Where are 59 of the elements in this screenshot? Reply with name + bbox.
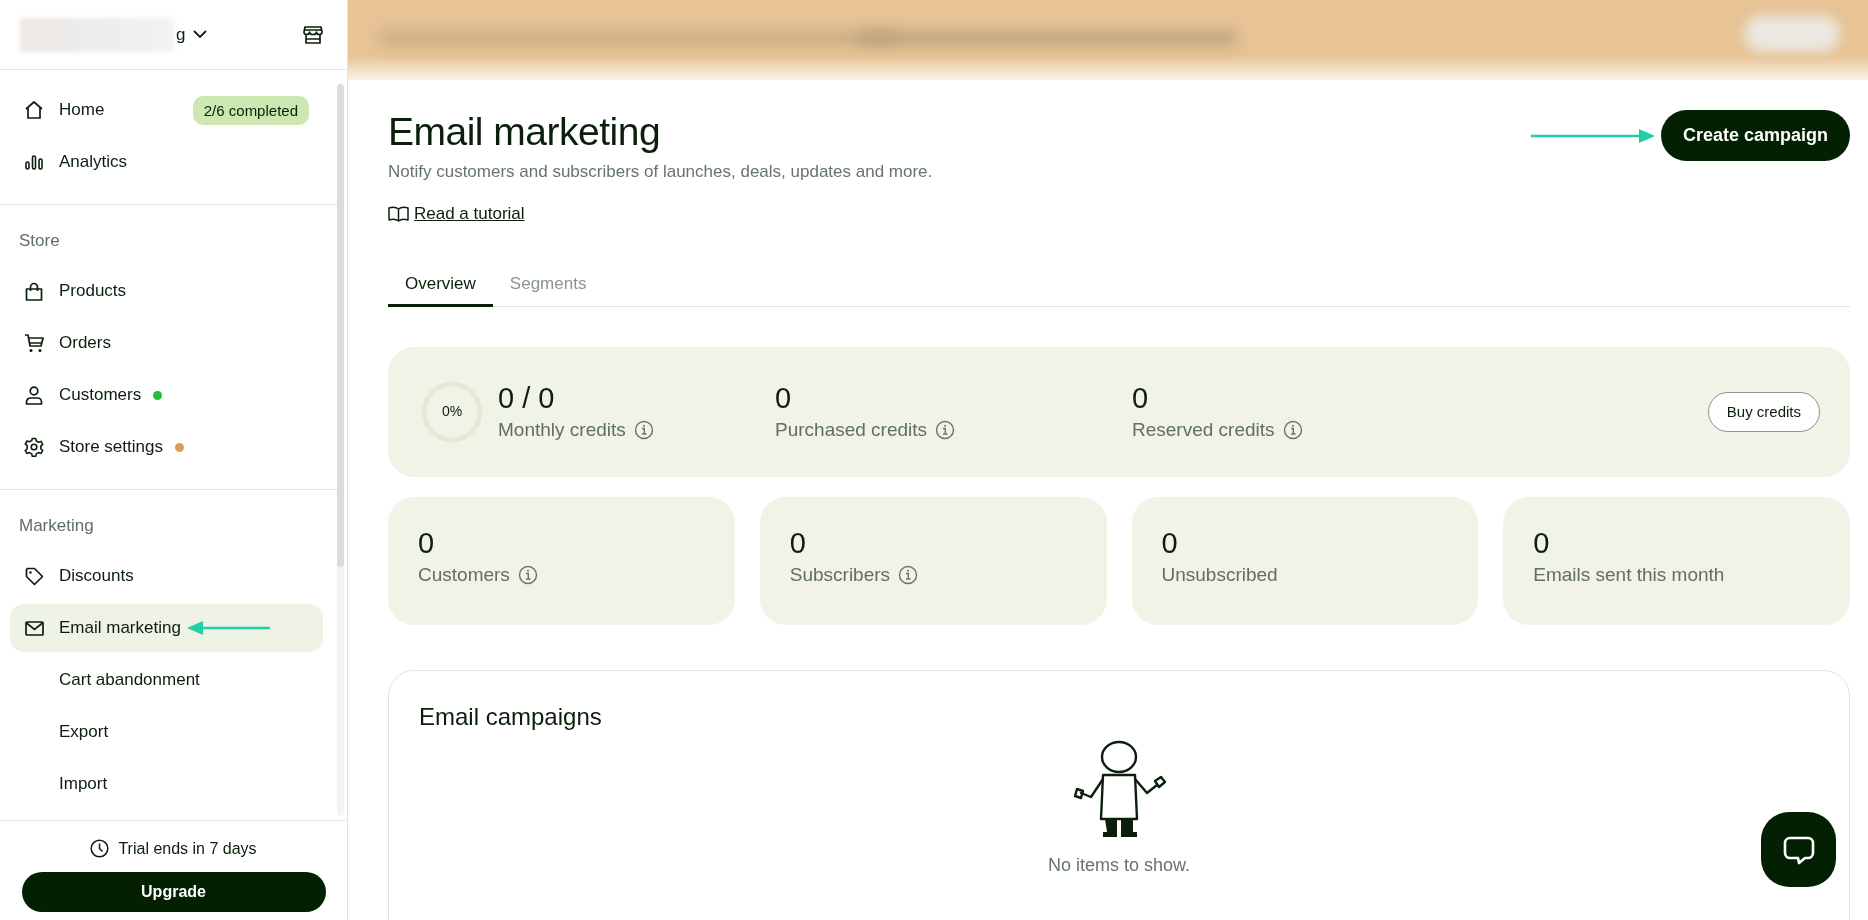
stat-label: Customers [418,563,510,586]
section-heading: Store [18,230,61,252]
stat-value: 0 [1132,382,1150,415]
stat-value: 0 [1533,526,1551,560]
person-icon [25,385,43,405]
percent-label: 0% [440,402,464,419]
upgrade-button[interactable]: Upgrade [21,872,326,912]
nav-item[interactable]: Import [10,760,323,808]
nav-item[interactable]: Home 2/6 completed [10,86,323,134]
buy-credits-button[interactable]: Buy credits [1707,391,1820,432]
nav-item[interactable]: Orders [10,319,323,367]
storefront-icon[interactable] [303,24,323,45]
info-icon[interactable] [1282,420,1303,440]
stat-value: 0 [775,382,793,415]
tab[interactable]: Overview [388,274,493,307]
nav-item[interactable]: Customers [10,371,323,419]
page-subtitle: Notify customers and subscribers of launches, deals, updates and more. [388,162,933,182]
info-icon[interactable] [517,564,538,585]
stat-label: Subscribers [789,563,891,586]
info-icon[interactable] [898,564,919,585]
nav-item[interactable]: Store settings [10,423,323,471]
section-heading: Marketing [18,515,95,537]
shopping-bag-icon [25,281,43,301]
stat-value: 0 [1161,526,1179,560]
nav-item[interactable]: Cart abandonment [10,656,323,704]
home-icon [24,100,44,120]
info-icon[interactable] [633,420,654,440]
stat-label: Monthly credits [498,419,626,441]
settings-icon [24,437,44,457]
info-icon[interactable] [935,420,956,440]
book-icon [388,206,409,222]
store-name[interactable]: g [176,24,186,45]
envelope-icon [24,620,44,636]
nav-item[interactable]: Products [10,267,323,315]
bar-chart-icon [25,154,43,170]
nav-item[interactable]: Email marketing [10,604,323,652]
chevron-down-icon[interactable] [193,30,208,39]
tag-icon [24,566,44,586]
scrollbar[interactable] [337,84,344,816]
nav-item[interactable]: Discounts [10,552,323,600]
clock-icon [90,839,110,858]
cart-icon [24,333,44,353]
nav-item[interactable]: Analytics [10,138,323,186]
stat-value: 0 [418,526,436,560]
nav-item[interactable]: Export [10,708,323,756]
stat-value: 0 [789,526,807,560]
tutorial-link[interactable]: Read a tutorial [388,204,525,224]
progress-badge: 2/6 completed [192,95,309,125]
stat-label: Purchased credits [775,419,928,441]
stat-label: Reserved credits [1132,419,1275,441]
create-campaign-button[interactable]: Create campaign [1660,110,1850,161]
trial-notice: Trial ends in 7 days [118,839,257,858]
chat-button[interactable] [1761,812,1836,887]
stat-label: Unsubscribed [1161,563,1278,586]
empty-state-text: No items to show. [1047,854,1191,876]
stat-label: Emails sent this month [1533,563,1725,586]
page-title: Email marketing [388,110,662,154]
stat-value: 0 / 0 [498,382,556,415]
card-title: Email campaigns [419,702,603,731]
